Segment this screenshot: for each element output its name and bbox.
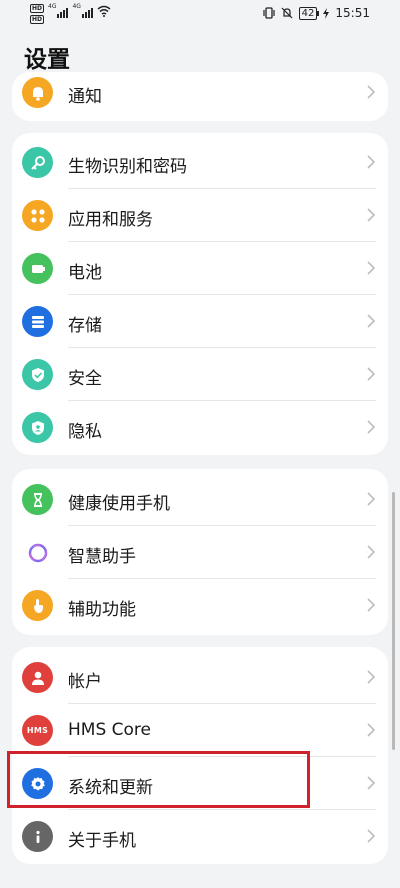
signal-1-icon: 4G [48,4,69,18]
settings-item-label: 辅助功能 [68,600,136,620]
settings-item-label: 帐户 [68,672,102,692]
settings-item-assistant[interactable]: 智慧助手 [12,526,388,579]
bell-icon [22,77,53,108]
wifi-icon [97,5,111,17]
settings-item-label: 通知 [68,87,102,107]
mute-bell-icon [281,7,293,19]
settings-item-label: 健康使用手机 [68,494,170,514]
apps-grid-icon [22,200,53,231]
key-icon [22,147,53,178]
highlight-box [7,751,310,808]
chevron-right-icon [367,545,376,559]
settings-item-label: 生物识别和密码 [68,157,187,177]
assistant-ring-icon [22,537,53,568]
chevron-right-icon [367,314,376,328]
settings-item-account[interactable]: 帐户 [12,651,388,704]
chevron-right-icon [367,598,376,612]
chevron-right-icon [367,85,376,99]
chevron-right-icon [367,367,376,381]
info-icon [22,821,53,852]
battery-indicator: 42 [298,6,320,20]
chevron-right-icon [367,723,376,737]
hourglass-icon [22,484,53,515]
settings-item-privacy[interactable]: 隐私 [12,401,388,454]
shield-icon [22,359,53,390]
settings-item-label: 安全 [68,369,102,389]
sim1-badge: HD [30,4,45,13]
chevron-right-icon [367,261,376,275]
status-bar: HD HD 4G 4G 42 15:51 [0,0,400,28]
chevron-right-icon [367,776,376,790]
settings-item-accessibility[interactable]: 辅助功能 [12,579,388,632]
settings-group-3: 健康使用手机 智慧助手 辅助功能 [12,469,388,635]
settings-item-label: 隐私 [68,422,102,442]
chevron-right-icon [367,670,376,684]
settings-item-label: 电池 [68,263,102,283]
settings-item-label: 存储 [68,316,102,336]
battery-icon [22,253,53,284]
signal-2-icon: 4G [72,4,93,18]
hand-tap-icon [22,590,53,621]
clock: 15:51 [335,6,370,20]
charging-icon [323,7,330,19]
vibrate-icon [263,7,275,19]
chevron-right-icon [367,155,376,169]
chevron-right-icon [367,420,376,434]
user-icon [22,662,53,693]
settings-item-digital-balance[interactable]: 健康使用手机 [12,473,388,526]
settings-group-1: 通知 [12,72,388,121]
storage-icon [22,306,53,337]
settings-item-security[interactable]: 安全 [12,348,388,401]
hms-icon-text: HMS [26,726,49,735]
settings-item-label: 应用和服务 [68,210,153,230]
settings-item-about-phone[interactable]: 关于手机 [12,810,388,863]
chevron-right-icon [367,829,376,843]
sim2-badge: HD [30,15,45,24]
settings-item-notifications[interactable]: 通知 [12,72,388,119]
settings-item-hms-core[interactable]: HMS HMS Core [12,704,388,757]
settings-item-label: 智慧助手 [68,547,136,567]
settings-item-battery[interactable]: 电池 [12,242,388,295]
privacy-icon [22,412,53,443]
settings-item-storage[interactable]: 存储 [12,295,388,348]
page-title: 设置 [24,47,70,73]
settings-item-biometrics[interactable]: 生物识别和密码 [12,136,388,189]
settings-item-apps[interactable]: 应用和服务 [12,189,388,242]
chevron-right-icon [367,492,376,506]
settings-item-label: 关于手机 [68,831,136,851]
chevron-right-icon [367,208,376,222]
hms-icon: HMS [22,715,53,746]
settings-group-2: 生物识别和密码 应用和服务 电池 存储 安全 隐私 [12,133,388,455]
settings-item-label: HMS Core [68,720,151,740]
scrollbar[interactable] [392,492,395,750]
